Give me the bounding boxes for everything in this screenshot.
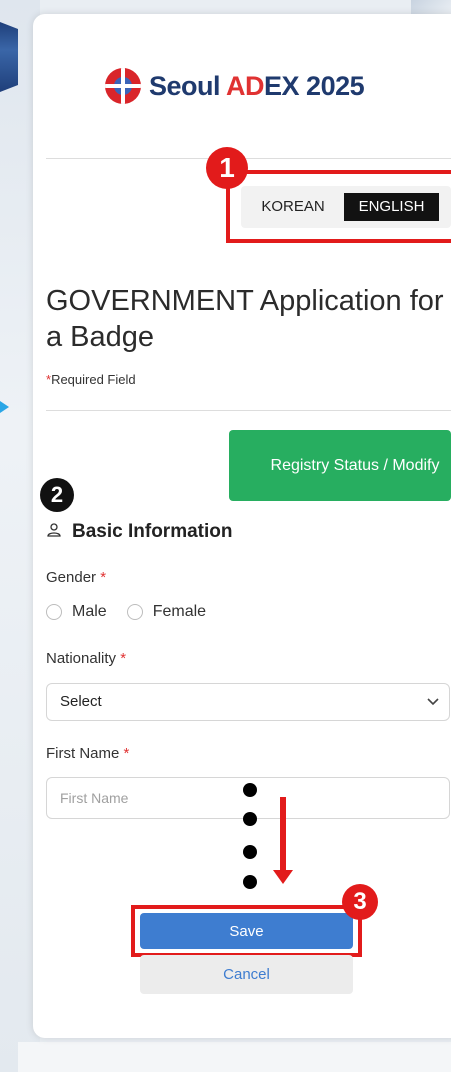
logo-text: Seoul ADEX 2025 [149,70,365,101]
ellipsis-dot [243,783,257,797]
header-divider [46,158,451,159]
male-radio[interactable] [46,604,62,620]
male-label: Male [72,603,107,620]
nationality-selected-value: Select [60,693,102,710]
required-field-note: *Required Field [46,372,136,387]
page-bottom-band [18,1042,451,1072]
globe-logo-icon [105,68,141,104]
basic-information-header: Basic Information [46,521,232,543]
background-arrow-icon [0,401,9,413]
highlight-box-save [131,905,362,957]
nationality-select[interactable]: Select [46,683,450,721]
step-1-marker: 1 [206,147,248,189]
scroll-down-arrow-icon [273,870,293,884]
registry-status-button[interactable]: Registry Status / Modify [229,430,451,501]
step-3-marker: 3 [342,884,378,920]
cancel-button[interactable]: Cancel [140,955,353,994]
ellipsis-dot [243,812,257,826]
first-name-label: First Name * [46,745,130,762]
section-title: Basic Information [72,521,233,542]
female-label: Female [152,603,207,620]
title-divider [46,410,451,411]
highlight-box-language [226,170,451,243]
scroll-down-arrow [280,797,286,875]
event-logo: Seoul ADEX 2025 [105,66,365,106]
background-decoration [0,22,18,92]
gender-radio-group: Male Female [46,603,206,621]
page-title: GOVERNMENT Application for a Badge [46,285,444,353]
step-2-marker: 2 [40,478,74,512]
chevron-down-icon [427,684,439,733]
gender-label: Gender * [46,569,107,586]
user-icon [46,522,62,543]
female-radio[interactable] [126,604,143,620]
ellipsis-dot [243,845,257,859]
nationality-label: Nationality * [46,650,127,667]
ellipsis-dot [243,875,257,889]
